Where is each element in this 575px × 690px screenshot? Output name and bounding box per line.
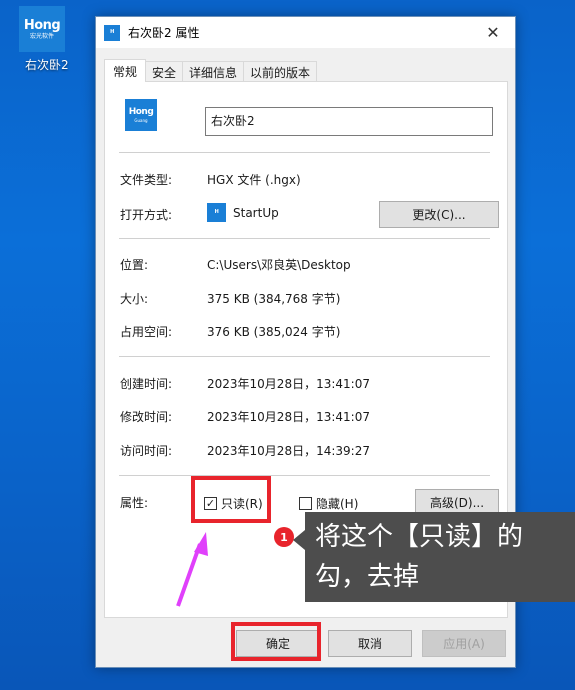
file-type-value: HGX 文件 (.hgx)	[207, 173, 301, 187]
window-title: 右次卧2 属性	[128, 26, 200, 40]
close-icon[interactable]: ✕	[471, 17, 515, 48]
change-button[interactable]: 更改(C)...	[379, 201, 499, 228]
accessed-value: 2023年10月28日，14:39:27	[207, 444, 370, 458]
created-value: 2023年10月28日，13:41:07	[207, 377, 370, 391]
readonly-highlight-box	[191, 476, 271, 523]
file-type-icon: Hong Guang	[125, 99, 157, 131]
desktop-file-label: 右次卧2	[25, 58, 69, 72]
modified-label: 修改时间:	[120, 410, 173, 424]
attributes-label: 属性:	[120, 496, 149, 510]
cancel-button[interactable]: 取消	[328, 630, 412, 657]
hongguang-logo-icon: Hong 宏光软件	[19, 6, 65, 52]
divider	[119, 356, 490, 357]
disk-size-value: 376 KB (385,024 字节)	[207, 325, 341, 339]
hidden-checkbox[interactable]: 隐藏(H)	[299, 495, 358, 512]
tab-bar: 常规 安全 详细信息 以前的版本	[104, 59, 318, 82]
location-value: C:\Users\邓良英\Desktop	[207, 258, 351, 272]
step-badge: 1	[274, 527, 294, 547]
checkbox-empty-icon[interactable]	[299, 497, 312, 510]
file-type-label: 文件类型:	[120, 173, 173, 187]
divider	[119, 238, 490, 239]
tab-details[interactable]: 详细信息	[182, 61, 245, 82]
divider	[119, 475, 490, 476]
title-bar[interactable]: H 右次卧2 属性 ✕	[96, 17, 515, 48]
divider	[119, 152, 490, 153]
file-name-input[interactable]: 右次卧2	[205, 107, 493, 136]
ok-button-highlight-box	[231, 622, 321, 661]
accessed-label: 访问时间:	[120, 444, 173, 458]
window-app-icon: H	[104, 24, 120, 41]
created-label: 创建时间:	[120, 377, 173, 391]
hidden-label: 隐藏(H)	[316, 497, 359, 511]
startup-app-icon: H	[207, 203, 226, 222]
tab-security[interactable]: 安全	[145, 61, 184, 82]
instruction-text: 将这个【只读】的勾，去掉	[315, 522, 524, 592]
location-label: 位置:	[120, 258, 149, 272]
open-with-value: StartUp	[233, 206, 279, 220]
callout-arrow	[293, 530, 305, 550]
disk-size-label: 占用空间:	[120, 325, 173, 339]
tab-general[interactable]: 常规	[104, 59, 147, 82]
pointer-arrow-icon	[176, 532, 208, 607]
desktop-file-icon[interactable]: Hong 宏光软件 右次卧2	[10, 6, 74, 72]
modified-value: 2023年10月28日，13:41:07	[207, 410, 370, 424]
open-with-label: 打开方式:	[120, 208, 173, 222]
tab-previous-versions[interactable]: 以前的版本	[243, 61, 318, 82]
instruction-callout: 将这个【只读】的勾，去掉	[293, 512, 575, 602]
size-label: 大小:	[120, 292, 149, 306]
size-value: 375 KB (384,768 字节)	[207, 292, 341, 306]
apply-button[interactable]: 应用(A)	[422, 630, 506, 657]
